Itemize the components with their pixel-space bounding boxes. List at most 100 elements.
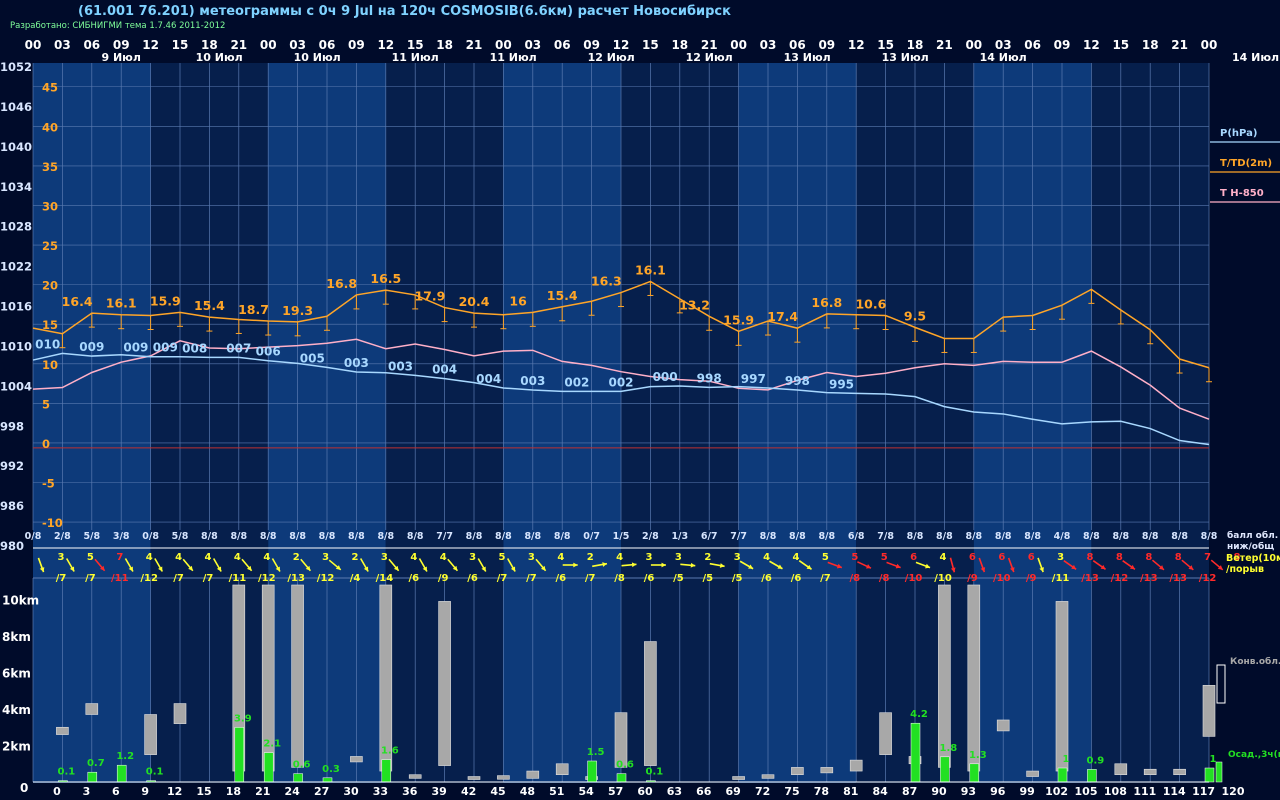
x-axis-tick: 21: [255, 785, 270, 798]
x-axis-tick: 87: [902, 785, 917, 798]
pressure-label: 004: [476, 372, 501, 386]
convective-cloud-bar: [1026, 770, 1039, 777]
cloud-fraction: 8/8: [1083, 531, 1100, 542]
x-axis-tick: 81: [843, 785, 858, 798]
cloud-fraction: 8/8: [524, 531, 541, 542]
x-axis-tick: 54: [579, 785, 595, 798]
convective-cloud-bar: [996, 719, 1010, 732]
convective-cloud-bar: [732, 776, 745, 780]
temperature-label: 18.7: [238, 302, 269, 317]
header-hour: 18: [1142, 38, 1159, 52]
x-axis-tick: 9: [141, 785, 149, 798]
wind-speed: 4: [263, 552, 270, 563]
cloud-fraction: 0/8: [142, 531, 159, 542]
pressure-tick: 1040: [0, 140, 32, 154]
meteogram-chart: 00 03 06 09 12 15 18 21 00 03 06 09 12 15 18 21 00 03 06 09…: [0, 38, 1280, 798]
x-axis-tick: 114: [1163, 785, 1186, 798]
wind-speed: 4: [940, 552, 947, 563]
pressure-label: 998: [785, 374, 810, 388]
pressure-label: 006: [256, 345, 281, 359]
convective-cloud-bar: [761, 774, 775, 779]
pressure-label: 002: [564, 375, 589, 389]
precip-label: 1.5: [587, 747, 605, 758]
cloud-fraction: 0/7: [583, 531, 600, 542]
x-axis-tick: 15: [196, 785, 211, 798]
wind-gust: /9: [1026, 573, 1037, 584]
header-date: 10 Июл: [294, 51, 341, 64]
precip-bar: [87, 771, 98, 783]
chart-title: (61.001 76.201) метеограммы с 0ч 9 Jul н…: [78, 4, 731, 19]
wind-gust: /5: [673, 573, 684, 584]
header-hour: 03: [289, 38, 306, 52]
header-hour: 21: [936, 38, 953, 52]
temperature-tick: 5: [42, 397, 50, 411]
wind-gust: /14: [376, 573, 394, 584]
x-axis-tick: 69: [726, 785, 741, 798]
precip-label: 0.1: [146, 767, 164, 778]
header-hour: 09: [1054, 38, 1071, 52]
pressure-label: 005: [300, 351, 325, 365]
convective-cloud-bar: [1114, 763, 1128, 776]
wind-speed: 3: [675, 552, 682, 563]
convective-cloud-bar: [408, 774, 422, 779]
legend-cloud-fraction: ниж/общ: [1227, 541, 1274, 552]
pressure-tick: 1046: [0, 100, 32, 114]
wind-speed: 4: [234, 552, 241, 563]
cloud-fraction: 8/8: [495, 531, 512, 542]
convective-cloud-bar: [967, 584, 981, 772]
wind-gust: /11: [229, 573, 247, 584]
wind-gust: /10: [993, 573, 1011, 584]
wind-speed: 2: [704, 552, 711, 563]
precip-label: 0.9: [1087, 755, 1105, 766]
legend-cloud-glyph: [1216, 664, 1226, 704]
x-axis-tick: 102: [1045, 785, 1068, 798]
x-axis-tick: 24: [285, 785, 301, 798]
header-hour: 00: [495, 38, 512, 52]
header-hour: 21: [1171, 38, 1188, 52]
convective-cloud-bar: [144, 714, 157, 755]
temperature-tick: 35: [42, 160, 58, 174]
wind-speed: 3: [322, 552, 329, 563]
cloud-fraction: 8/8: [1201, 531, 1218, 542]
credit-text: Разработано: СИБНИГМИ тема 1.7.46 2011-2…: [10, 21, 226, 31]
wind-speed: 4: [616, 552, 623, 563]
cloud-fraction: 2/8: [642, 531, 659, 542]
legend-t850: T H-850: [1220, 188, 1264, 199]
pressure-label: 009: [123, 341, 148, 355]
wind-speed: 5: [87, 552, 94, 563]
wind-gust: /9: [967, 573, 978, 584]
height-tick: 10km: [2, 594, 39, 608]
header-hour: 12: [1083, 38, 1100, 52]
header-date: 9 Июл: [101, 51, 140, 64]
wind-gust: /7: [585, 573, 596, 584]
x-axis-tick: 108: [1104, 785, 1127, 798]
wind-gust: /6: [644, 573, 655, 584]
header-hour: 18: [907, 38, 924, 52]
cloud-fraction: 8/8: [818, 531, 835, 542]
x-axis-tick: 90: [931, 785, 947, 798]
pressure-tick: 1010: [0, 339, 32, 353]
precip-label: 3.9: [234, 713, 252, 724]
cloud-fraction: 8/8: [230, 531, 247, 542]
temperature-label: 15.4: [194, 298, 225, 313]
x-axis-tick: 120: [1222, 785, 1245, 798]
temperature-label: 16.1: [635, 262, 666, 277]
x-axis-tick: 51: [549, 785, 564, 798]
header-hour: 12: [613, 38, 630, 52]
header-hour: 06: [789, 38, 806, 52]
x-axis-tick: 93: [961, 785, 976, 798]
cloud-fraction: 8/8: [1024, 531, 1041, 542]
x-axis-tick: 12: [167, 785, 182, 798]
x-axis-tick: 75: [784, 785, 799, 798]
temperature-tick: 40: [42, 120, 58, 134]
wind-speed: 4: [146, 552, 153, 563]
precip-label: 2.1: [263, 739, 281, 750]
convective-cloud-bar: [644, 641, 657, 766]
header-hour: 15: [877, 38, 894, 52]
wind-gust: /10: [905, 573, 923, 584]
pressure-label: 003: [388, 359, 413, 373]
wind-gust: /4: [350, 573, 361, 584]
header-date: 14 Июл: [980, 51, 1027, 64]
header-hour: 03: [760, 38, 777, 52]
temperature-label: 9.5: [904, 308, 926, 323]
